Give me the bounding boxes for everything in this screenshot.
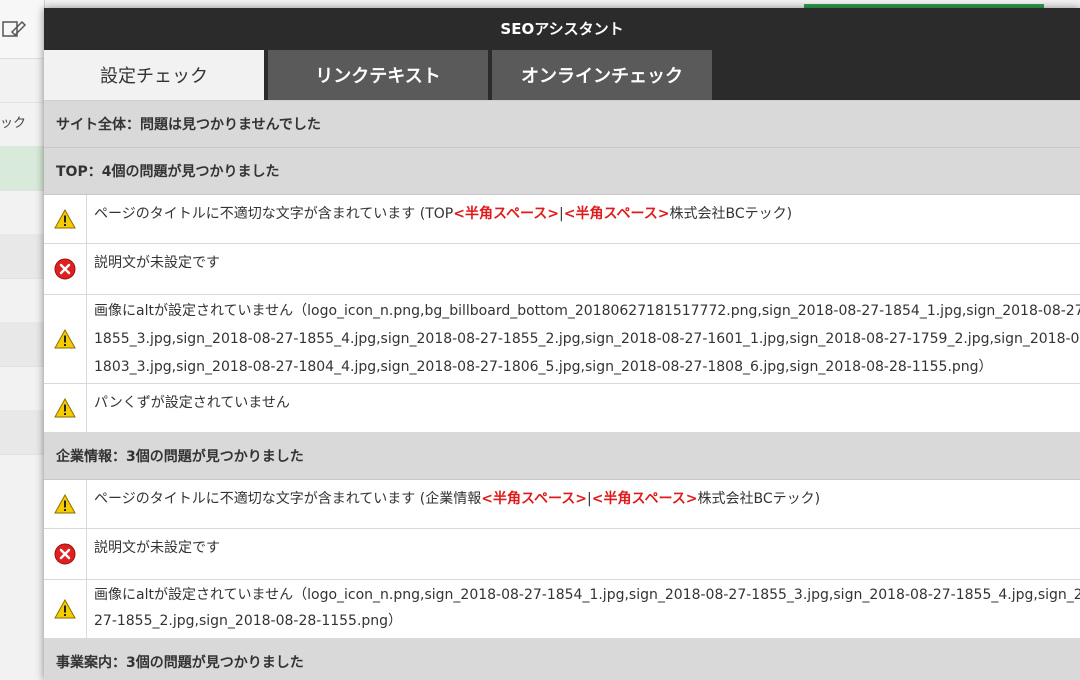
issue-text: ページのタイトルに不適切な文字が含まれています (TOP<半角スペース>|<半角… bbox=[87, 195, 798, 243]
warning-triangle-icon bbox=[54, 209, 76, 229]
warning-triangle-icon bbox=[54, 398, 76, 418]
issue-line: 1803_3.jpg,sign_2018-08-27-1804_4.jpg,si… bbox=[94, 359, 993, 375]
issue-icon-cell bbox=[44, 580, 87, 638]
issue-icon-cell bbox=[44, 295, 87, 383]
issue-row: パンくずが設定されていません bbox=[44, 384, 1080, 433]
seo-assistant-dialog: SEOアシスタント 設定チェック リンクテキスト オンラインチェック サイト全体… bbox=[44, 8, 1080, 680]
background-app-sidebar: ック bbox=[0, 0, 45, 680]
results-panel[interactable]: サイト全体：問題は見つかりませんでした TOP：4個の問題が見つかりました ペー… bbox=[44, 100, 1080, 680]
background-row bbox=[0, 322, 44, 367]
highlight-half-width-space: <半角スペース> bbox=[563, 206, 670, 222]
tab-bar: 設定チェック リンクテキスト オンラインチェック bbox=[44, 50, 716, 100]
issue-text: 画像にaltが設定されていません（logo_icon_n.png,sign_20… bbox=[87, 580, 1080, 638]
tab-settings-check[interactable]: 設定チェック bbox=[44, 50, 264, 100]
issue-row: ページのタイトルに不適切な文字が含まれています (企業情報<半角スペース>|<半… bbox=[44, 480, 1080, 529]
error-circle-x-icon bbox=[54, 543, 76, 565]
issue-text: 説明文が未設定です bbox=[94, 540, 220, 556]
issue-line: 画像にaltが設定されていません（logo_icon_n.png,bg_bill… bbox=[94, 303, 1080, 319]
dialog-titlebar[interactable]: SEOアシスタント 設定チェック リンクテキスト オンラインチェック bbox=[44, 8, 1080, 100]
issue-row: 説明文が未設定です bbox=[44, 244, 1080, 295]
background-toolbar-left bbox=[0, 0, 44, 59]
issue-icon-cell bbox=[44, 244, 87, 294]
background-sidebar-label: ック bbox=[0, 116, 27, 131]
issue-text: パンくずが設定されていません bbox=[94, 395, 290, 411]
issue-row: 説明文が未設定です bbox=[44, 529, 1080, 580]
background-row bbox=[0, 190, 44, 235]
issue-row: 画像にaltが設定されていません（logo_icon_n.png,sign_20… bbox=[44, 580, 1080, 639]
error-circle-x-icon bbox=[54, 258, 76, 280]
issue-text: 説明文が未設定です bbox=[94, 255, 220, 271]
issue-message-tail: 株式会社BCテック) bbox=[669, 206, 793, 222]
issue-line: 27-1855_2.jpg,sign_2018-08-28-1155.png） bbox=[94, 613, 403, 629]
section-header-business-info: 事業案内：3個の問題が見つかりました bbox=[44, 639, 1080, 680]
background-row bbox=[0, 410, 44, 455]
issue-message-tail: 株式会社BCテック) bbox=[697, 491, 821, 507]
highlight-half-width-space: <半角スペース> bbox=[591, 491, 698, 507]
issue-message: ページのタイトルに不適切な文字が含まれています (TOP bbox=[94, 206, 454, 222]
background-row bbox=[0, 58, 44, 103]
background-row-selected bbox=[0, 146, 44, 191]
issue-icon-cell bbox=[44, 529, 87, 579]
warning-triangle-icon bbox=[54, 329, 76, 349]
issue-text: 画像にaltが設定されていません（logo_icon_n.png,bg_bill… bbox=[87, 295, 1080, 383]
issue-text: ページのタイトルに不適切な文字が含まれています (企業情報<半角スペース>|<半… bbox=[87, 480, 826, 528]
highlight-half-width-space: <半角スペース> bbox=[453, 206, 560, 222]
warning-triangle-icon bbox=[54, 494, 76, 514]
page-edit-icon[interactable] bbox=[2, 20, 28, 40]
tab-link-text[interactable]: リンクテキスト bbox=[268, 50, 488, 100]
issue-icon-cell bbox=[44, 384, 87, 432]
issue-icon-cell bbox=[44, 195, 87, 243]
site-summary-header: サイト全体：問題は見つかりませんでした bbox=[44, 101, 1080, 148]
issue-message: ページのタイトルに不適切な文字が含まれています (企業情報 bbox=[94, 491, 482, 507]
issue-line: 1855_3.jpg,sign_2018-08-27-1855_4.jpg,si… bbox=[94, 331, 1080, 347]
tab-online-check[interactable]: オンラインチェック bbox=[492, 50, 712, 100]
warning-triangle-icon bbox=[54, 599, 76, 619]
issue-line: 画像にaltが設定されていません（logo_icon_n.png,sign_20… bbox=[94, 587, 1080, 603]
issue-row: 画像にaltが設定されていません（logo_icon_n.png,bg_bill… bbox=[44, 295, 1080, 384]
issue-row: ページのタイトルに不適切な文字が含まれています (TOP<半角スペース>|<半角… bbox=[44, 195, 1080, 244]
background-row bbox=[0, 366, 44, 411]
section-header-top: TOP：4個の問題が見つかりました bbox=[44, 148, 1080, 195]
dialog-title: SEOアシスタント bbox=[500, 20, 624, 38]
section-header-company-info: 企業情報：3個の問題が見つかりました bbox=[44, 433, 1080, 480]
issue-icon-cell bbox=[44, 480, 87, 528]
background-row bbox=[0, 278, 44, 323]
highlight-half-width-space: <半角スペース> bbox=[481, 491, 587, 507]
background-row bbox=[0, 234, 44, 279]
